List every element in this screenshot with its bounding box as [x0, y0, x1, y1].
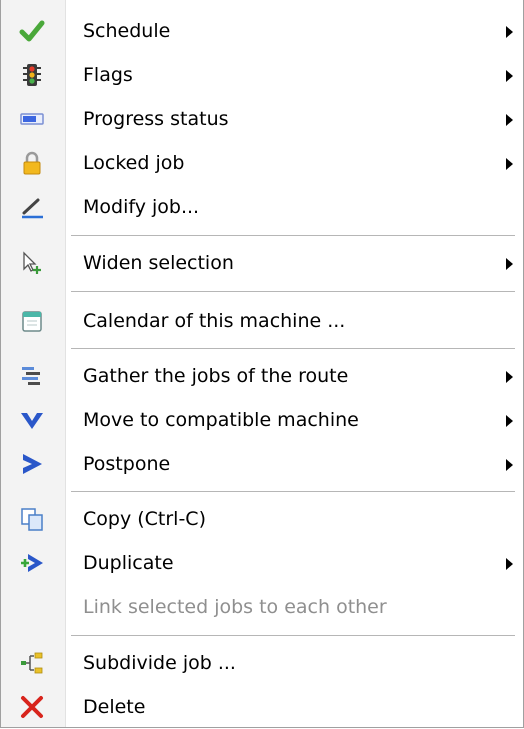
menu-item-label: Postpone: [83, 453, 171, 475]
cursor-plus-icon: [19, 250, 45, 276]
menu-item-subdivide[interactable]: Subdivide job ...: [1, 641, 523, 685]
subdivide-icon: [19, 650, 45, 676]
menu-separator: [71, 235, 515, 237]
menu-item-label: Subdivide job ...: [83, 652, 236, 674]
menu-item-duplicate[interactable]: Duplicate: [1, 541, 523, 585]
chevron-down-icon: [19, 407, 45, 433]
menu-item-modify-job[interactable]: Modify job...: [1, 185, 523, 229]
menu-item-label: Calendar of this machine ...: [83, 310, 346, 332]
calendar-icon: [19, 308, 45, 334]
gather-bars-icon: [19, 363, 45, 389]
menu-item-flags[interactable]: Flags: [1, 53, 523, 97]
menu-item-label: Flags: [83, 64, 133, 86]
menu-item-label: Widen selection: [83, 252, 234, 274]
menu-item-label: Move to compatible machine: [83, 409, 359, 431]
menu-item-label: Modify job...: [83, 196, 200, 218]
submenu-arrow-icon: [506, 26, 513, 38]
menu-separator: [71, 491, 515, 493]
checkmark-icon: [19, 18, 45, 44]
duplicate-arrow-icon: [19, 550, 45, 576]
menu-item-calendar[interactable]: Calendar of this machine ...: [1, 299, 523, 343]
menu-item-label: Delete: [83, 696, 146, 718]
menu-item-gather-jobs[interactable]: Gather the jobs of the route: [1, 354, 523, 398]
traffic-light-icon: [19, 62, 45, 88]
menu-item-label: Link selected jobs to each other: [83, 596, 387, 618]
menu-item-progress-status[interactable]: Progress status: [1, 97, 523, 141]
menu-item-schedule[interactable]: Schedule: [1, 9, 523, 53]
context-menu: Schedule Flags Progress status Locked jo…: [0, 0, 524, 728]
menu-item-postpone[interactable]: Postpone: [1, 442, 523, 486]
menu-separator: [71, 635, 515, 637]
red-x-icon: [19, 694, 45, 720]
menu-item-label: Gather the jobs of the route: [83, 365, 349, 387]
menu-item-locked-job[interactable]: Locked job: [1, 141, 523, 185]
menu-item-link-jobs: Link selected jobs to each other: [1, 585, 523, 629]
menu-item-label: Duplicate: [83, 552, 174, 574]
submenu-arrow-icon: [506, 114, 513, 126]
submenu-arrow-icon: [506, 558, 513, 570]
submenu-arrow-icon: [506, 415, 513, 427]
progress-bar-icon: [19, 106, 45, 132]
menu-separator: [71, 348, 515, 350]
menu-separator: [71, 291, 515, 293]
pen-edit-icon: [19, 194, 45, 220]
menu-item-delete[interactable]: Delete: [1, 685, 523, 729]
copy-pages-icon: [19, 506, 45, 532]
chevron-right-icon: [19, 451, 45, 477]
menu-item-move-compatible[interactable]: Move to compatible machine: [1, 398, 523, 442]
submenu-arrow-icon: [506, 371, 513, 383]
menu-item-copy[interactable]: Copy (Ctrl-C): [1, 497, 523, 541]
submenu-arrow-icon: [506, 459, 513, 471]
menu-item-widen-selection[interactable]: Widen selection: [1, 241, 523, 285]
menu-item-label: Schedule: [83, 20, 171, 42]
submenu-arrow-icon: [506, 258, 513, 270]
menu-item-label: Locked job: [83, 152, 185, 174]
submenu-arrow-icon: [506, 70, 513, 82]
menu-item-label: Copy (Ctrl-C): [83, 508, 206, 530]
menu-item-label: Progress status: [83, 108, 229, 130]
padlock-icon: [19, 150, 45, 176]
submenu-arrow-icon: [506, 158, 513, 170]
